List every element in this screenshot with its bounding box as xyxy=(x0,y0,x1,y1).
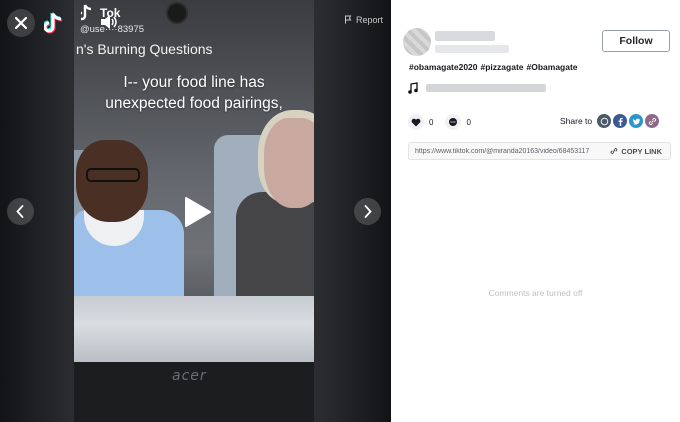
caption-line-1: I-- your food line has xyxy=(123,74,265,91)
music-title-redacted xyxy=(426,84,546,92)
video-link-box: https://www.tiktok.com/@miranda20163/vid… xyxy=(408,142,671,160)
report-button[interactable]: Report xyxy=(344,15,383,25)
video-url-field[interactable]: https://www.tiktok.com/@miranda20163/vid… xyxy=(409,148,604,155)
hashtag-list: #obamagate2020 #pizzagate #Obamagate xyxy=(409,62,581,72)
whatsapp-icon xyxy=(600,117,608,125)
volume-icon[interactable] xyxy=(99,14,117,30)
follow-button[interactable]: Follow xyxy=(602,30,670,52)
flag-icon xyxy=(345,15,352,24)
video-caption: I-- your food line has unexpected food p… xyxy=(74,72,314,114)
share-row: Share to xyxy=(560,114,661,128)
comment-button[interactable] xyxy=(445,114,462,130)
share-label: Share to xyxy=(560,116,593,126)
more-share-button[interactable] xyxy=(645,114,660,128)
username-redacted[interactable] xyxy=(435,31,495,41)
chain-link-icon xyxy=(611,147,618,154)
facebook-icon xyxy=(618,117,623,126)
desk xyxy=(74,296,314,366)
engagement-row: 0 0 xyxy=(408,114,483,130)
hashtag-link[interactable]: #obamagate2020 xyxy=(409,62,478,72)
nickname-redacted xyxy=(435,45,509,53)
whatsapp-share-button[interactable] xyxy=(597,114,612,128)
like-button[interactable] xyxy=(408,114,424,130)
play-icon[interactable] xyxy=(181,195,213,229)
close-button[interactable] xyxy=(7,9,35,37)
music-note-icon xyxy=(408,82,418,94)
video-pane: acer n's Burning Questions I-- your food… xyxy=(0,0,391,422)
copy-link-label: COPY LINK xyxy=(621,146,662,156)
close-icon xyxy=(14,16,28,30)
tiktok-logo-icon[interactable] xyxy=(44,11,66,35)
link-icon xyxy=(648,117,656,125)
report-label: Report xyxy=(356,15,384,25)
twitter-icon xyxy=(632,118,640,125)
person-right xyxy=(222,110,314,312)
comment-icon xyxy=(449,118,458,126)
laptop-brand: acer xyxy=(172,368,207,384)
heart-icon xyxy=(411,118,421,126)
copy-link-button[interactable]: COPY LINK xyxy=(604,147,670,156)
caption-line-2: unexpected food pairings, xyxy=(105,95,283,112)
previous-video-button[interactable] xyxy=(7,198,34,225)
music-row[interactable] xyxy=(408,81,546,95)
next-video-button[interactable] xyxy=(354,198,381,225)
comments-disabled-notice: Comments are turned off xyxy=(488,288,583,298)
avatar[interactable] xyxy=(403,28,431,56)
hashtag-link[interactable]: #pizzagate xyxy=(481,62,524,72)
like-count: 0 xyxy=(429,117,434,127)
twitter-share-button[interactable] xyxy=(629,114,644,128)
camera-notch xyxy=(166,2,188,24)
video-title-text: n's Burning Questions xyxy=(76,41,213,57)
facebook-share-button[interactable] xyxy=(613,114,628,128)
chevron-left-icon xyxy=(16,205,24,218)
hashtag-link[interactable]: #Obamagate xyxy=(527,62,578,72)
comment-count: 0 xyxy=(466,117,471,127)
chevron-right-icon xyxy=(364,205,372,218)
video-info-panel: Follow #obamagate2020 #pizzagate #Obamagat… xyxy=(391,0,680,422)
